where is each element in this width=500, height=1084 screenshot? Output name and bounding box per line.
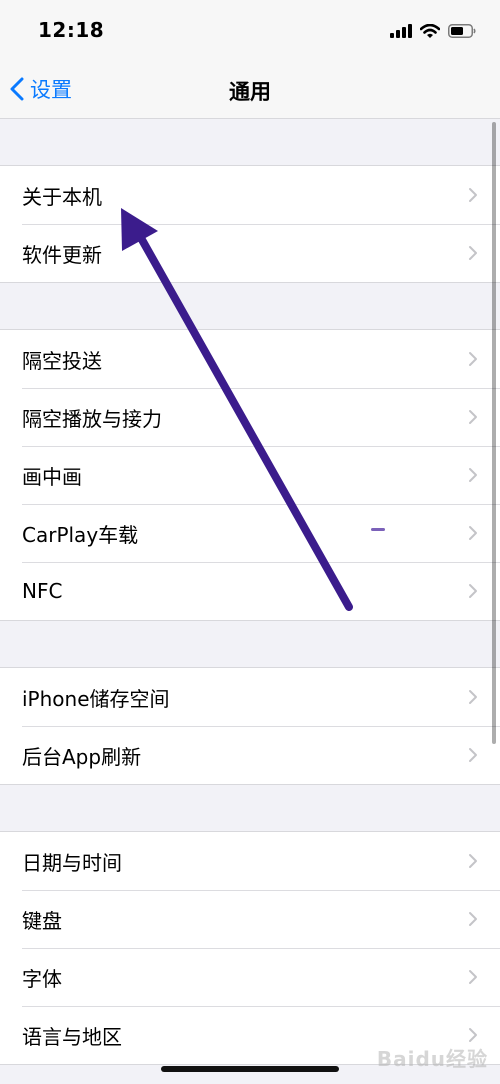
row-fonts[interactable]: 字体 (0, 948, 500, 1006)
row-label: 隔空投送 (22, 348, 102, 373)
watermark: Baidu经验 (376, 1047, 488, 1071)
row-label: 语言与地区 (22, 1024, 122, 1049)
cellular-signal-icon (390, 24, 412, 38)
row-date-time[interactable]: 日期与时间 (0, 832, 500, 890)
chevron-right-icon (469, 246, 477, 260)
row-label: iPhone储存空间 (22, 686, 170, 711)
chevron-right-icon (469, 410, 477, 424)
section-gap (0, 621, 500, 667)
row-software-update[interactable]: 软件更新 (0, 224, 500, 282)
settings-group-storage: iPhone储存空间 后台App刷新 (0, 667, 500, 785)
row-label: 画中画 (22, 464, 82, 489)
navigation-bar: 设置 通用 (0, 60, 500, 119)
chevron-right-icon (469, 188, 477, 202)
row-label: 键盘 (22, 908, 62, 933)
chevron-right-icon (469, 352, 477, 366)
section-gap (0, 785, 500, 831)
wifi-icon (420, 23, 440, 38)
row-label: 日期与时间 (22, 850, 122, 875)
chevron-right-icon (469, 970, 477, 984)
row-label: 后台App刷新 (22, 744, 142, 769)
chevron-right-icon (469, 912, 477, 926)
status-icons (390, 20, 476, 42)
home-indicator[interactable] (161, 1066, 339, 1072)
chevron-right-icon (469, 748, 477, 762)
page-title: 通用 (229, 80, 271, 104)
status-time: 12:18 (38, 18, 105, 42)
row-label: 隔空播放与接力 (22, 406, 162, 431)
row-label: CarPlay车载 (22, 522, 139, 547)
settings-group-locale: 日期与时间 键盘 字体 语言与地区 (0, 831, 500, 1065)
row-keyboard[interactable]: 键盘 (0, 890, 500, 948)
section-gap (0, 119, 500, 165)
settings-list: 关于本机 软件更新 隔空投送 隔空播放与接力 画中画 CarPlay车载 NFC (0, 119, 500, 1065)
chevron-right-icon (469, 526, 477, 540)
row-background-app-refresh[interactable]: 后台App刷新 (0, 726, 500, 784)
row-nfc[interactable]: NFC (0, 562, 500, 620)
chevron-right-icon (469, 1028, 477, 1042)
row-about[interactable]: 关于本机 (0, 166, 500, 224)
status-bar: 12:18 (0, 0, 500, 60)
row-label: 字体 (22, 966, 62, 991)
row-picture-in-picture[interactable]: 画中画 (0, 446, 500, 504)
chevron-right-icon (469, 854, 477, 868)
settings-group-connectivity: 隔空投送 隔空播放与接力 画中画 CarPlay车载 NFC (0, 329, 500, 621)
scroll-indicator[interactable] (492, 122, 496, 744)
row-label: NFC (22, 579, 63, 603)
chevron-right-icon (469, 584, 477, 598)
row-iphone-storage[interactable]: iPhone储存空间 (0, 668, 500, 726)
row-label: 关于本机 (22, 184, 102, 209)
chevron-right-icon (469, 690, 477, 704)
row-airplay-handoff[interactable]: 隔空播放与接力 (0, 388, 500, 446)
settings-group-about: 关于本机 软件更新 (0, 165, 500, 283)
row-airdrop[interactable]: 隔空投送 (0, 330, 500, 388)
row-label: 软件更新 (22, 242, 102, 267)
battery-icon (448, 24, 476, 38)
chevron-right-icon (469, 468, 477, 482)
row-carplay[interactable]: CarPlay车载 (0, 504, 500, 562)
section-gap (0, 283, 500, 329)
